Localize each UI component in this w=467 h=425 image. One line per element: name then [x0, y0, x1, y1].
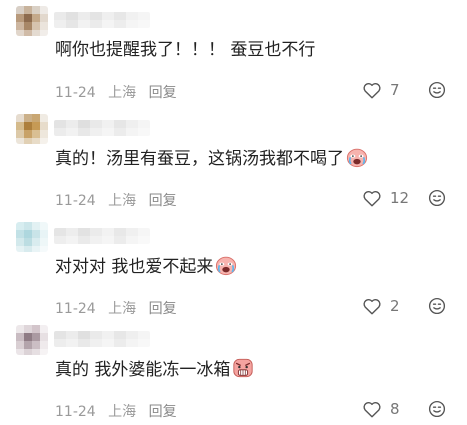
comment-location: 上海	[108, 193, 137, 209]
like-count: 2	[390, 297, 400, 315]
reply-button[interactable]: 回复	[149, 404, 177, 420]
avatar[interactable]	[16, 114, 48, 144]
emoji-reaction-icon[interactable]	[428, 189, 446, 207]
reply-button[interactable]: 回复	[149, 85, 177, 101]
comment-location: 上海	[108, 85, 137, 101]
heart-icon[interactable]	[362, 189, 382, 207]
emoji-reaction-icon[interactable]	[428, 81, 446, 99]
comment-text: 真的！汤里有蚕豆，这锅汤我都不喝了	[55, 146, 368, 171]
like-button[interactable]: 2	[362, 295, 400, 317]
reply-button[interactable]: 回复	[149, 301, 177, 317]
avatar[interactable]	[16, 6, 48, 36]
comment-text: 真的 我外婆能冻一冰箱	[55, 357, 254, 382]
crying-face-sticker-icon	[216, 256, 237, 276]
crying-face-sticker-icon	[346, 148, 368, 168]
like-button[interactable]: 12	[362, 187, 409, 209]
like-button[interactable]: 8	[362, 398, 400, 420]
comment-date: 11-24	[55, 85, 96, 101]
heart-icon[interactable]	[362, 400, 382, 418]
comment-text: 啊你也提醒我了！！！ 蚕豆也不行	[55, 38, 315, 62]
like-button[interactable]: 7	[362, 79, 400, 101]
comment-location: 上海	[108, 301, 137, 317]
heart-icon[interactable]	[362, 297, 382, 315]
comment-text-content: 对对对 我也爱不起来	[55, 257, 214, 277]
comment-date: 11-24	[55, 404, 96, 420]
username-redacted[interactable]	[54, 12, 150, 28]
comment-text-content: 真的 我外婆能冻一冰箱	[55, 360, 231, 380]
comment-date: 11-24	[55, 301, 96, 317]
username-redacted[interactable]	[54, 228, 150, 244]
username-redacted[interactable]	[54, 120, 150, 136]
emoji-reaction-icon[interactable]	[428, 400, 446, 418]
comment-meta: 11-24 上海 回复	[55, 298, 185, 318]
comment-meta: 11-24 上海 回复	[55, 401, 185, 421]
comment-text-content: 真的！汤里有蚕豆，这锅汤我都不喝了	[55, 149, 344, 169]
like-count: 12	[390, 189, 410, 207]
emoji-reaction-icon[interactable]	[428, 297, 446, 315]
avatar[interactable]	[16, 222, 48, 252]
comment-meta: 11-24 上海 回复	[55, 190, 185, 210]
comment-date: 11-24	[55, 193, 96, 209]
comment-text-content: 啊你也提醒我了！！！ 蚕豆也不行	[55, 40, 316, 60]
reply-button[interactable]: 回复	[149, 193, 177, 209]
screaming-face-sticker-icon	[233, 358, 254, 378]
like-count: 7	[390, 81, 400, 99]
avatar[interactable]	[16, 325, 48, 355]
heart-icon[interactable]	[362, 81, 382, 99]
comment-location: 上海	[108, 404, 137, 420]
comment-text: 对对对 我也爱不起来	[55, 254, 237, 279]
comment-meta: 11-24 上海 回复	[55, 82, 185, 102]
like-count: 8	[390, 400, 400, 418]
username-redacted[interactable]	[54, 331, 150, 347]
